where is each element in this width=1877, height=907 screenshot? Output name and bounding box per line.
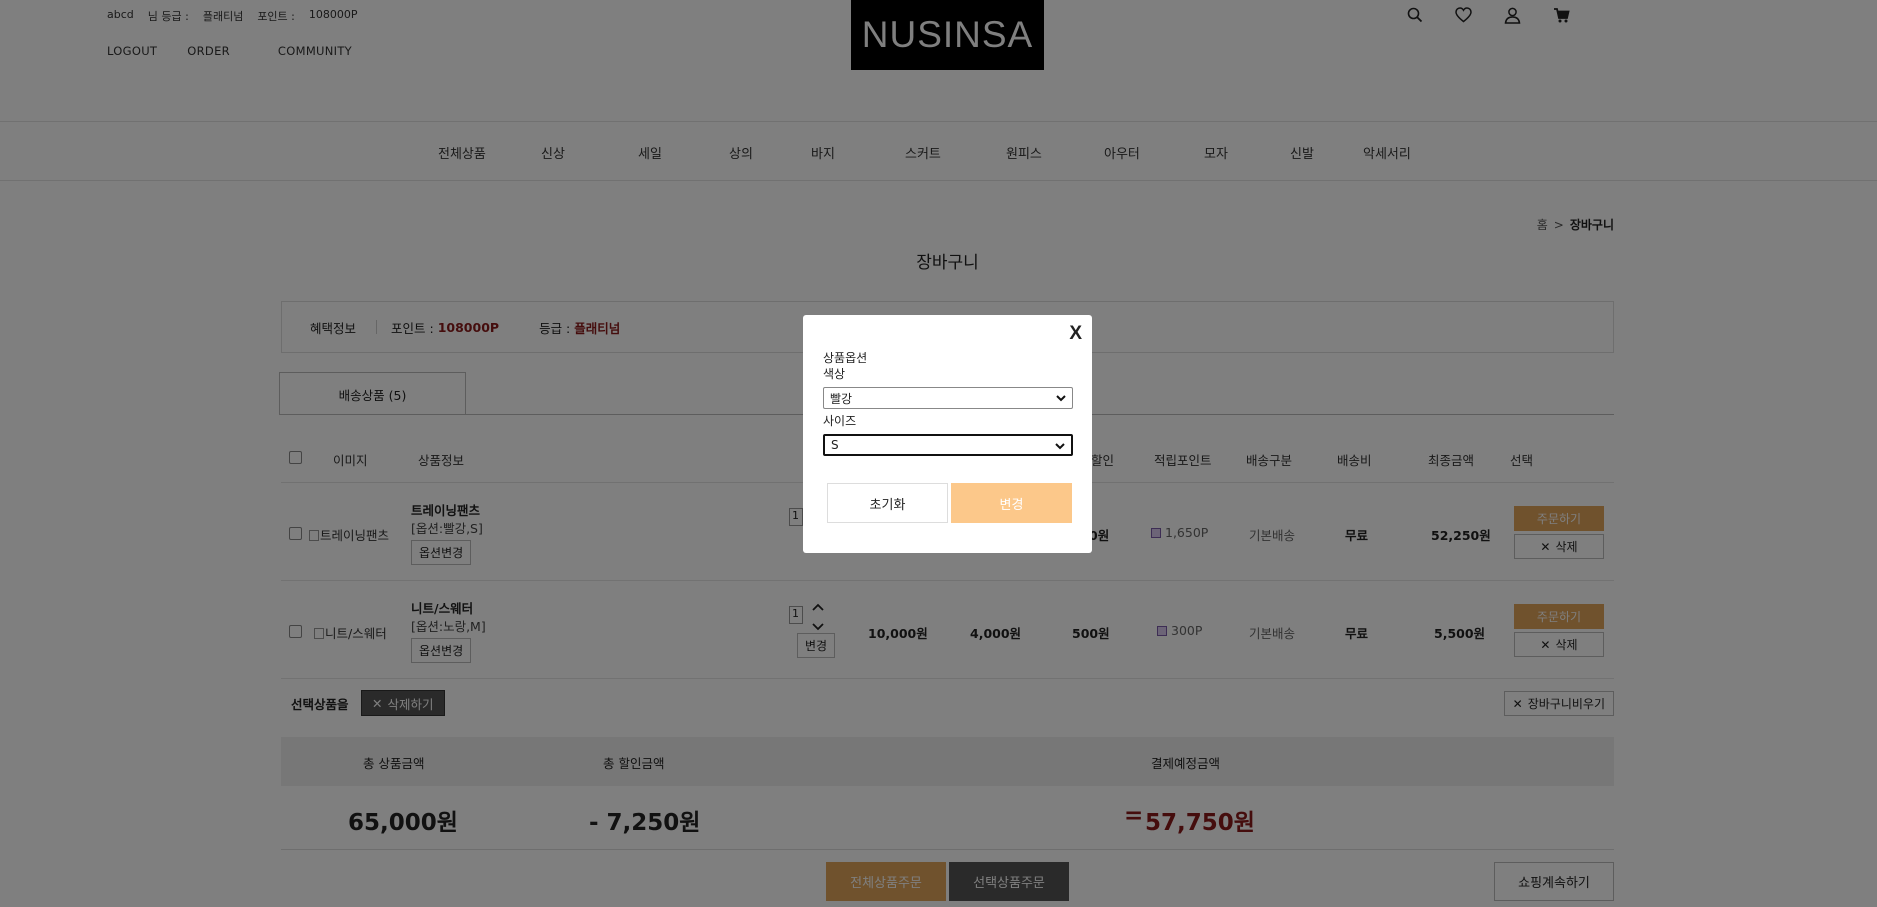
size-select[interactable]: S <box>823 434 1073 456</box>
color-select-value: 빨강 <box>830 391 853 406</box>
chevron-down-icon <box>1056 395 1066 402</box>
size-select-value: S <box>831 438 839 452</box>
modal-title: 상품옵션 <box>823 351 868 365</box>
modal-change-button[interactable]: 변경 <box>951 483 1072 523</box>
chevron-down-icon <box>1055 443 1065 450</box>
modal-reset-button[interactable]: 초기화 <box>827 483 948 523</box>
option-modal: X 상품옵션 색상 빨강 사이즈 S 초기화 변경 <box>803 315 1092 553</box>
color-label: 색상 <box>823 367 846 381</box>
modal-close-button[interactable]: X <box>1069 323 1082 345</box>
color-select[interactable]: 빨강 <box>823 387 1073 409</box>
size-label: 사이즈 <box>823 414 857 428</box>
